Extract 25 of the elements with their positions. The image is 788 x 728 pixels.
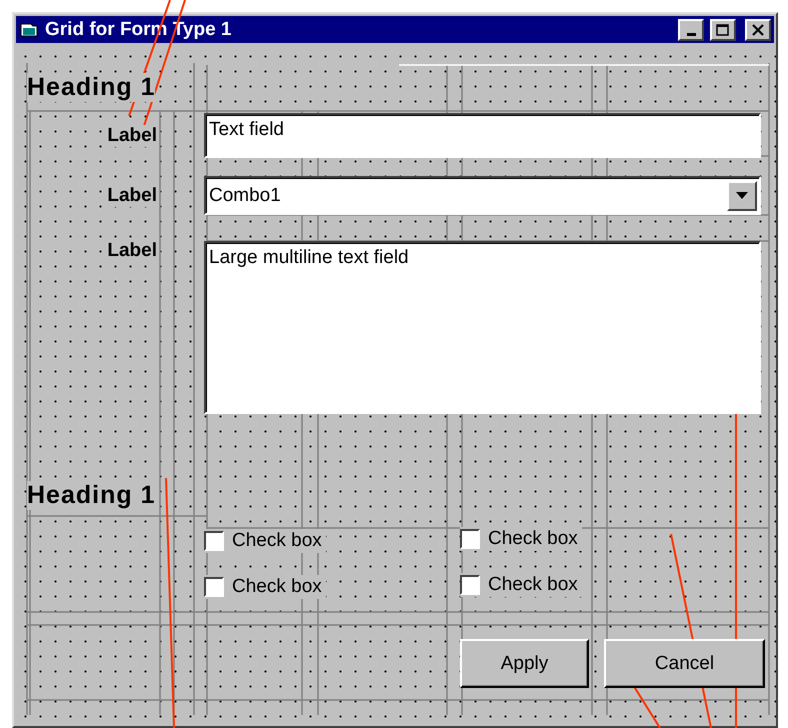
- field-label: Label: [107, 184, 157, 206]
- minimize-icon: [686, 32, 696, 36]
- close-icon: [751, 24, 765, 36]
- checkbox-label: Check box: [232, 576, 322, 598]
- checkbox[interactable]: [204, 577, 224, 597]
- heading: Heading 1: [27, 480, 156, 510]
- checkbox-label: Check box: [488, 528, 578, 550]
- combo-value: Combo1: [209, 184, 281, 206]
- checkbox-label: Check box: [232, 530, 322, 552]
- maximize-button[interactable]: [710, 18, 736, 40]
- combo-box[interactable]: Combo1: [204, 176, 761, 215]
- cancel-button[interactable]: Cancel: [604, 639, 765, 688]
- checkbox[interactable]: [460, 529, 480, 549]
- multiline-text-field[interactable]: Large multiline text field: [204, 241, 761, 414]
- apply-button[interactable]: Apply: [460, 639, 589, 688]
- close-button[interactable]: [745, 18, 771, 40]
- text-field[interactable]: Text field: [204, 113, 761, 158]
- minimize-button[interactable]: [678, 18, 704, 40]
- field-label: Label: [107, 124, 157, 146]
- maximize-icon: [716, 24, 730, 36]
- heading: Heading 1: [27, 72, 156, 102]
- form-icon: [19, 20, 39, 38]
- checkbox[interactable]: [204, 531, 224, 551]
- checkbox[interactable]: [460, 575, 480, 595]
- checkbox-label: Check box: [488, 574, 578, 596]
